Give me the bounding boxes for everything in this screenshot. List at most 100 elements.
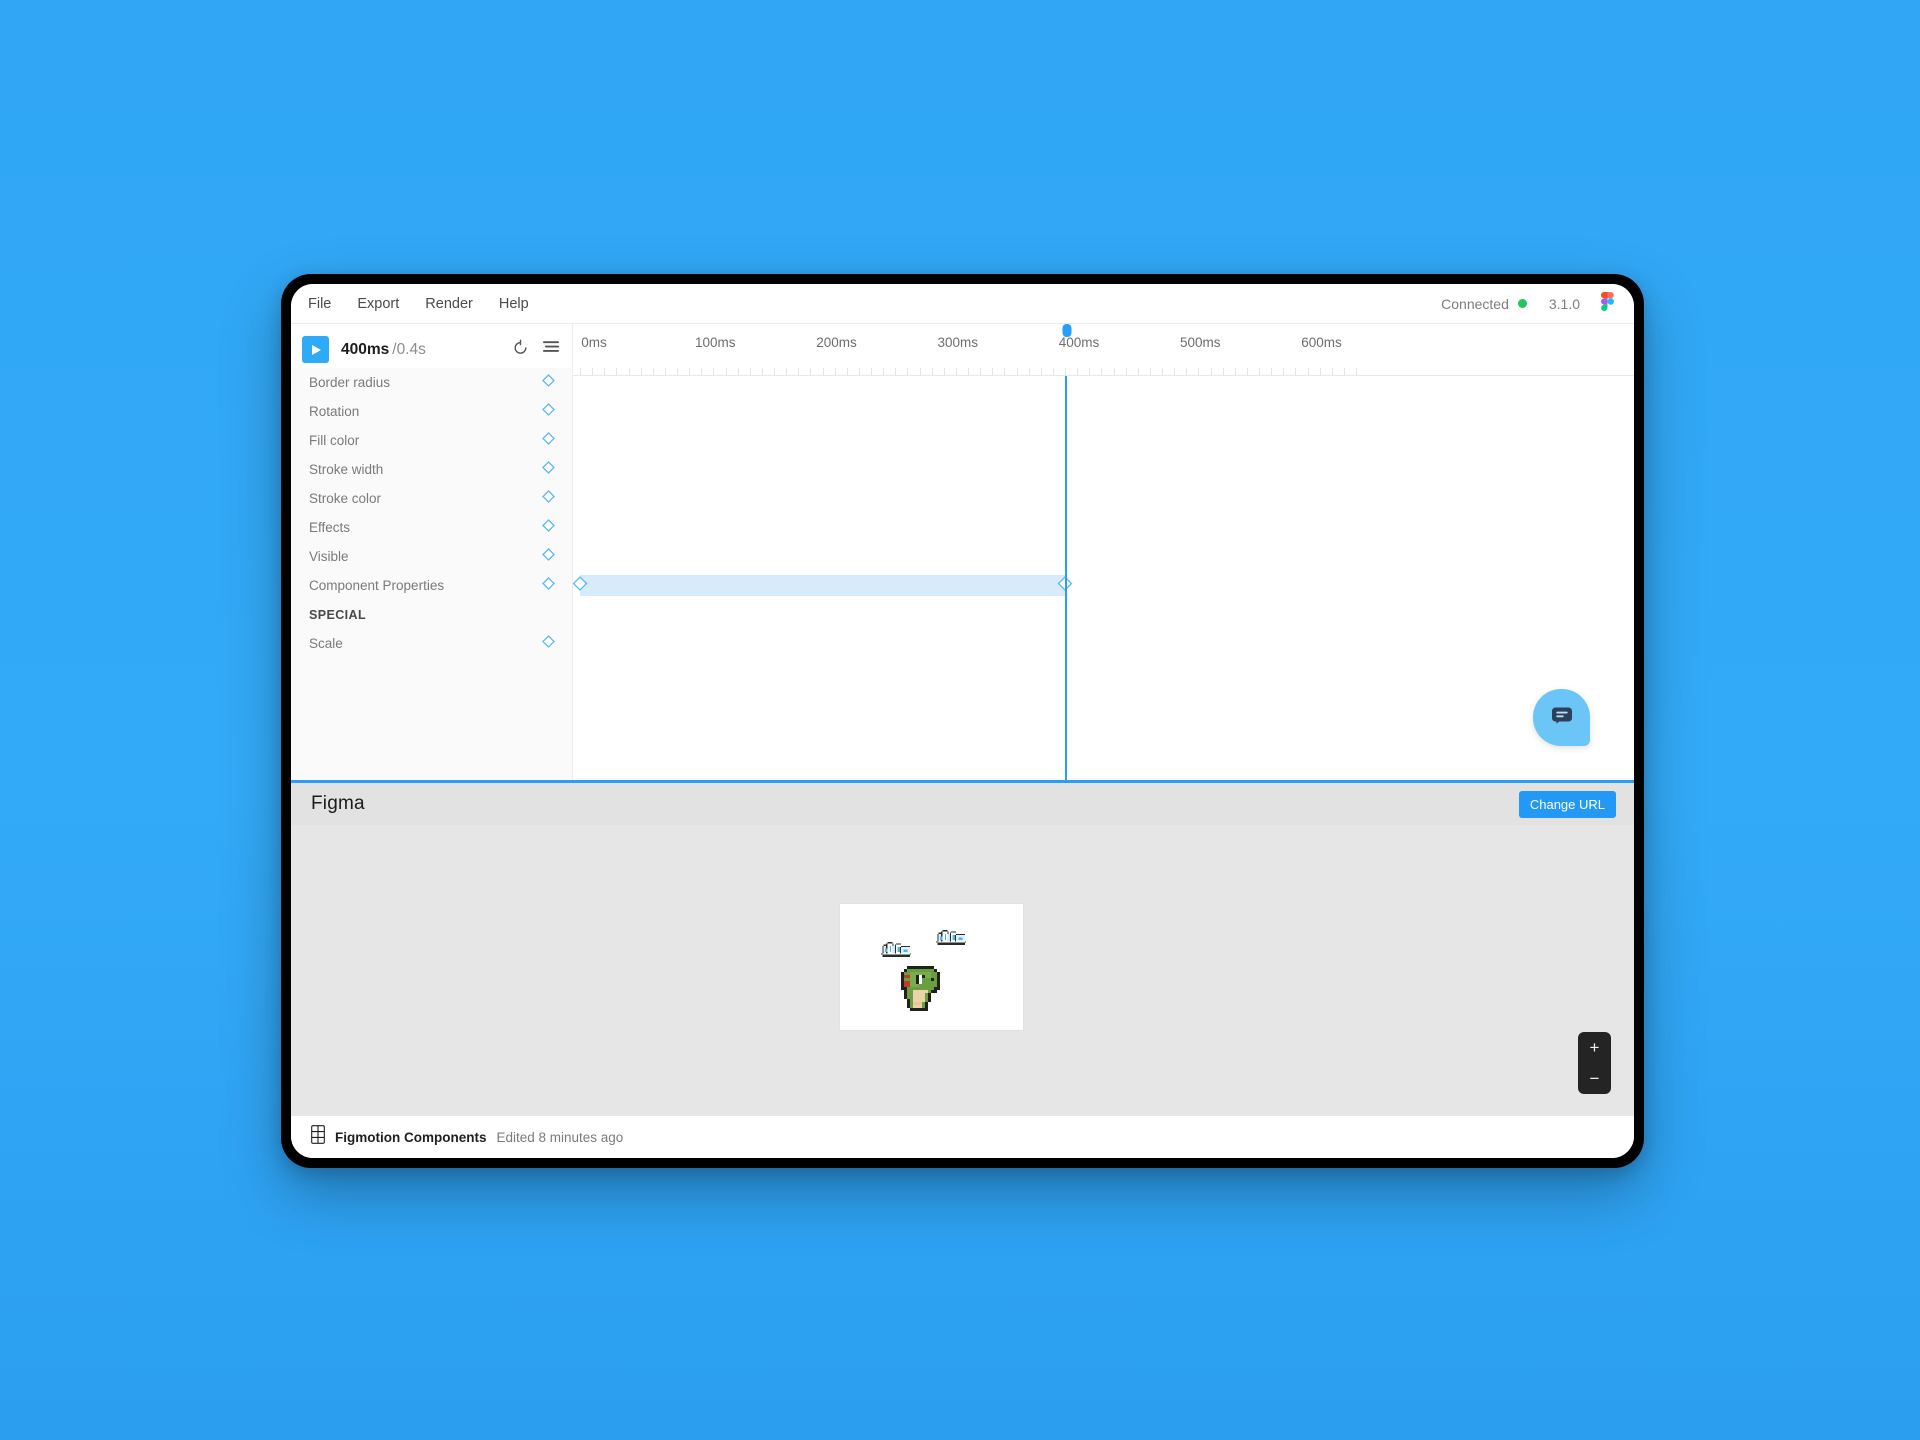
- property-label: SPECIAL: [309, 607, 366, 622]
- ruler-label-600ms: 600ms: [1301, 335, 1342, 350]
- ruler-tick: [1028, 368, 1030, 375]
- list-menu-icon[interactable]: [542, 340, 560, 359]
- zoom-controls[interactable]: + −: [1578, 1032, 1611, 1094]
- ruler-tick: [834, 368, 836, 375]
- figma-file-icon: [311, 1125, 325, 1149]
- playhead-knob[interactable]: [1062, 324, 1072, 337]
- connection-dot-icon: [1517, 299, 1527, 308]
- keyframe-tracks[interactable]: [573, 376, 1634, 780]
- ruler-tick: [713, 368, 715, 375]
- zoom-in-button[interactable]: +: [1578, 1032, 1611, 1063]
- property-label: Fill color: [309, 433, 360, 448]
- zoom-out-button[interactable]: −: [1578, 1063, 1611, 1094]
- playback-actions: [512, 339, 560, 361]
- preview-canvas[interactable]: + −: [291, 825, 1634, 1116]
- ruler-tick: [858, 368, 860, 375]
- ruler-tick: [810, 368, 812, 375]
- property-row-border-radius[interactable]: Border radius: [291, 368, 572, 397]
- ruler-tick: [1162, 368, 1164, 375]
- ruler-label-300ms: 300ms: [937, 335, 979, 350]
- play-button[interactable]: [302, 336, 329, 363]
- ruler-tick: [1137, 368, 1139, 375]
- track-row[interactable]: [573, 600, 1634, 629]
- ruler-tick: [1210, 368, 1212, 375]
- loop-icon[interactable]: [512, 339, 529, 361]
- ruler-tick: [701, 368, 703, 375]
- preview-panel: Figma Change URL + − Figmotion Component…: [291, 780, 1634, 1158]
- track-row[interactable]: [573, 484, 1634, 513]
- time-ruler[interactable]: 0ms 100ms 200ms 300ms 400ms 500ms 600ms: [573, 324, 1634, 376]
- ruler-tick: [1234, 368, 1236, 375]
- track-row[interactable]: [573, 542, 1634, 571]
- playhead-line: [1065, 376, 1068, 780]
- ruler-tick: [1052, 368, 1054, 375]
- track-row[interactable]: [573, 513, 1634, 542]
- diamond-icon[interactable]: [542, 402, 555, 421]
- ruler-tick: [1149, 368, 1151, 375]
- ruler-tick: [786, 368, 788, 375]
- ruler-tick: [895, 368, 897, 375]
- keyframe-diamond-icon[interactable]: [573, 575, 588, 596]
- menu-item-render[interactable]: Render: [425, 296, 473, 312]
- ruler-tick: [1089, 368, 1091, 375]
- property-row-rotation[interactable]: Rotation: [291, 397, 572, 426]
- track-row[interactable]: [573, 376, 1634, 397]
- diamond-icon[interactable]: [542, 373, 555, 392]
- ruler-tick: [968, 368, 970, 375]
- track-row[interactable]: [573, 426, 1634, 455]
- ruler-label-0ms: 0ms: [581, 335, 607, 350]
- property-label: Stroke width: [309, 462, 384, 477]
- timeline-body: Border radius Rotation Fill color Stroke wi…: [291, 368, 1634, 780]
- connection-label: Connected: [1441, 295, 1509, 312]
- ruler-tick: [1283, 368, 1285, 375]
- diamond-icon[interactable]: [542, 547, 555, 566]
- ruler-tick: [1222, 368, 1224, 375]
- diamond-icon[interactable]: [542, 489, 555, 508]
- ruler-tick: [883, 368, 885, 375]
- diamond-icon[interactable]: [542, 634, 555, 653]
- ruler-tick: [664, 368, 666, 375]
- property-row-special[interactable]: SPECIAL: [291, 600, 572, 629]
- track-row[interactable]: [573, 629, 1634, 658]
- ruler-tick: [955, 368, 957, 375]
- property-row-stroke-width[interactable]: Stroke width: [291, 455, 572, 484]
- ruler-tick: [1356, 368, 1358, 375]
- ruler-tick: [1246, 368, 1248, 375]
- file-edited-label: Edited 8 minutes ago: [496, 1129, 624, 1145]
- property-row-visible[interactable]: Visible: [291, 542, 572, 571]
- menu-item-help[interactable]: Help: [499, 296, 529, 312]
- ruler-tick: [992, 368, 994, 375]
- file-name-label: Figmotion Components: [335, 1129, 487, 1145]
- ruler-tick: [1343, 368, 1345, 375]
- change-url-button[interactable]: Change URL: [1518, 790, 1616, 818]
- property-row-component-properties[interactable]: Component Properties: [291, 571, 572, 600]
- ruler-tick: [1331, 368, 1333, 375]
- ruler-tick: [604, 368, 606, 375]
- ruler-label-500ms: 500ms: [1180, 335, 1221, 350]
- ruler-tick: [846, 368, 848, 375]
- ruler-tick: [1198, 368, 1200, 375]
- property-row-effects[interactable]: Effects: [291, 513, 572, 542]
- ruler-tick: [1174, 368, 1176, 375]
- menu-item-file[interactable]: File: [308, 296, 331, 312]
- current-time-label: 400ms: [341, 340, 390, 358]
- track-row[interactable]: [573, 397, 1634, 426]
- track-row[interactable]: [573, 455, 1634, 484]
- property-row-fill-color[interactable]: Fill color: [291, 426, 572, 455]
- diamond-icon[interactable]: [542, 518, 555, 537]
- property-label: Component Properties: [309, 578, 445, 593]
- ruler-tick: [931, 368, 933, 375]
- property-row-scale[interactable]: Scale: [291, 629, 572, 658]
- ruler-tick: [1101, 368, 1103, 375]
- menu-item-export[interactable]: Export: [357, 296, 399, 312]
- ruler-label-200ms: 200ms: [816, 335, 857, 350]
- property-row-stroke-color[interactable]: Stroke color: [291, 484, 572, 513]
- track-row[interactable]: [573, 571, 1634, 600]
- diamond-icon[interactable]: [542, 460, 555, 479]
- keyframe-track-bar[interactable]: [580, 575, 1066, 596]
- diamond-icon[interactable]: [542, 576, 555, 595]
- feedback-button[interactable]: [1533, 689, 1590, 746]
- diamond-icon[interactable]: [542, 431, 555, 450]
- ruler-tick: [1004, 368, 1006, 375]
- ruler-tick: [640, 368, 642, 375]
